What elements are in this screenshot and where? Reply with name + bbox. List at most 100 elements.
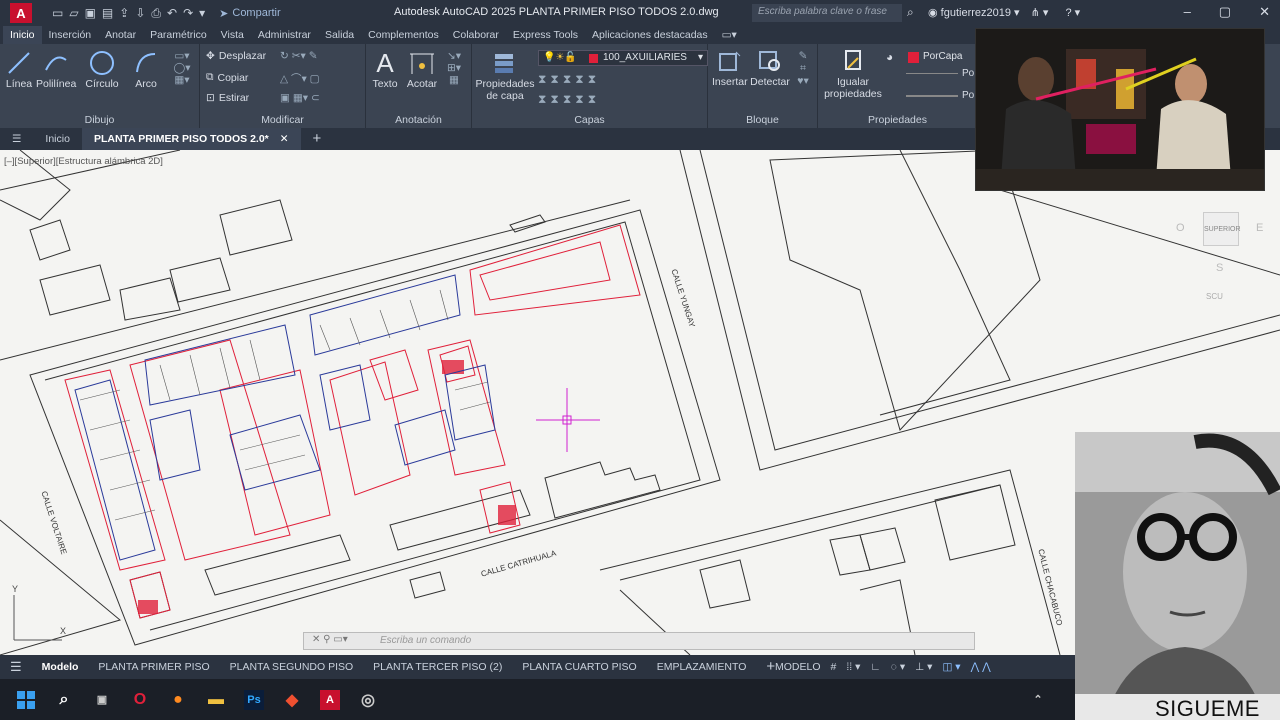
file-menu-icon[interactable]: ☰ (0, 128, 33, 150)
polar-icon[interactable]: ◌ ▾ (891, 661, 905, 673)
viewcube-east[interactable]: E (1256, 222, 1263, 234)
open-folder-icon[interactable]: ▱ (69, 6, 78, 20)
tab-vista[interactable]: Vista (214, 29, 251, 41)
autocad-logo-icon[interactable]: A (10, 3, 32, 23)
autocad-taskbar-icon[interactable]: A (320, 689, 340, 710)
tab-layout-5[interactable]: EMPLAZAMIENTO (647, 655, 757, 679)
new-tab-icon[interactable]: + (301, 128, 334, 150)
color-wheel-icon[interactable]: ◕ (886, 50, 893, 64)
save-as-icon[interactable]: ▤ (102, 6, 113, 20)
arc-tool[interactable]: Arco (128, 50, 164, 90)
maximize-icon[interactable]: ▢ (1219, 4, 1231, 20)
close-tab-icon[interactable]: ✕ (280, 133, 289, 145)
print-icon[interactable]: ⎙ (151, 6, 161, 21)
osnap-icon[interactable]: ◫ ▾ (942, 661, 960, 673)
tab-layout-3[interactable]: PLANTA TERCER PISO (2) (363, 655, 512, 679)
circle-tool[interactable]: Círculo (82, 50, 122, 90)
draw-extra-tools[interactable]: ▭▾ ◯▾ ▦▾ (168, 50, 196, 86)
tab-express-tools[interactable]: Express Tools (506, 29, 585, 41)
git-icon[interactable]: ◆ (282, 690, 302, 710)
tab-document[interactable]: PLANTA PRIMER PISO TODOS 2.0* ✕ (81, 128, 301, 150)
linetype-value[interactable]: Po (962, 68, 974, 79)
ribbon-toggle-icon[interactable]: ▭▾ (715, 29, 744, 41)
layer-properties-tool[interactable]: Propiedades de capa (474, 50, 536, 102)
search-taskbar-icon[interactable]: ⌕ (54, 690, 74, 710)
layer-dropdown[interactable]: 💡☀🔓 100_AXUILIARIES ▾ (538, 50, 708, 66)
polyline-tool[interactable]: Polilínea (36, 50, 76, 90)
tab-layout-4[interactable]: PLANTA CUARTO PISO (512, 655, 646, 679)
model-space-button[interactable]: MODELO (775, 661, 821, 673)
color-dropdown[interactable]: PorCapa (905, 50, 975, 66)
cloud-save-icon[interactable]: ⇪ (119, 6, 129, 20)
layer-tools-row1[interactable]: ⧗⧗⧗⧗⧗ (538, 72, 600, 87)
viewcube[interactable]: SUPERIOR (1203, 212, 1241, 246)
tab-administrar[interactable]: Administrar (251, 29, 318, 41)
obs-icon[interactable]: ◎ (358, 690, 378, 710)
detect-tool[interactable]: Detectar (750, 48, 790, 88)
line-tool[interactable]: Línea (4, 50, 34, 90)
annotation-extra-tools[interactable]: ↘▾ ⊞▾ ▦ (442, 50, 466, 86)
text-tool[interactable]: A Texto (370, 48, 400, 90)
new-file-icon[interactable]: ▭ (52, 6, 63, 20)
undo-icon[interactable]: ↶ (167, 6, 177, 20)
tab-colaborar[interactable]: Colaborar (446, 29, 506, 41)
share-button[interactable]: ➤ Compartir (219, 7, 281, 20)
file-explorer-icon[interactable]: ▬ (206, 690, 226, 710)
panel-draw-label[interactable]: Dibujo (0, 114, 199, 126)
tab-aplicaciones[interactable]: Aplicaciones destacadas (585, 29, 715, 41)
command-close-icon[interactable]: ✕ ⚲ ▭▾ (312, 634, 348, 645)
system-tray-chevron-icon[interactable]: ⌃ (1028, 690, 1048, 710)
stretch-button[interactable]: ⊡ Estirar (206, 92, 249, 104)
grid-icon[interactable]: # (831, 661, 837, 673)
annotation-scale-icon[interactable]: ⋀ ⋀ (971, 661, 991, 673)
close-icon[interactable]: ✕ (1259, 4, 1270, 20)
layout-menu-icon[interactable]: ☰ (0, 655, 32, 679)
ortho-icon[interactable]: ∟ (870, 661, 880, 673)
photoshop-icon[interactable]: Ps (244, 689, 264, 710)
qa-more-icon[interactable]: ▾ (199, 6, 205, 20)
panel-layers-label[interactable]: Capas (472, 114, 707, 126)
help-icon[interactable]: ? (1066, 7, 1072, 19)
copy-button[interactable]: ⧉ Copiar (206, 71, 248, 84)
panel-properties-label[interactable]: Propiedades (818, 114, 977, 126)
command-line[interactable]: ✕ ⚲ ▭▾ Escriba un comando (303, 632, 975, 650)
panel-modify-label[interactable]: Modificar (200, 114, 365, 126)
isodraft-icon[interactable]: ⊥ ▾ (915, 661, 932, 673)
snap-icon[interactable]: ⁞⁞ ▾ (846, 661, 860, 673)
firefox-icon[interactable]: ● (168, 690, 188, 710)
layer-tools-row2[interactable]: ⧗⧗⧗⧗⧗ (538, 92, 600, 107)
viewcube-west[interactable]: O (1176, 222, 1185, 234)
tab-layout-2[interactable]: PLANTA SEGUNDO PISO (220, 655, 364, 679)
viewport-controls[interactable]: [–][Superior][Estructura alámbrica 2D] (4, 156, 163, 167)
dimension-tool[interactable]: Acotar (404, 50, 440, 90)
command-input[interactable]: Escriba un comando (380, 635, 471, 646)
tab-complementos[interactable]: Complementos (361, 29, 446, 41)
ucs-menu[interactable]: SCU (1206, 292, 1223, 301)
web-open-icon[interactable]: ⇩ (135, 6, 145, 20)
panel-block-label[interactable]: Bloque (708, 114, 817, 126)
windows-start-icon[interactable] (16, 690, 36, 710)
tab-salida[interactable]: Salida (318, 29, 361, 41)
redo-icon[interactable]: ↷ (183, 6, 193, 20)
tab-insercion[interactable]: Inserción (42, 29, 99, 41)
minimize-icon[interactable]: – (1184, 4, 1191, 20)
move-button[interactable]: ✥ Desplazar (206, 50, 266, 62)
tab-anotar[interactable]: Anotar (98, 29, 143, 41)
lineweight-line[interactable] (906, 95, 958, 97)
tab-home[interactable]: Inicio (33, 128, 82, 150)
panel-annotation-label[interactable]: Anotación (366, 114, 471, 126)
match-properties-tool[interactable]: Igualar propiedades (822, 48, 884, 100)
insert-block-tool[interactable]: Insertar (712, 48, 748, 88)
user-account[interactable]: ◉ fgutierrez2019 ▾ ⋔ ▾ ? ▾ (928, 6, 1080, 19)
modify-extra-row2[interactable]: △ ⌒▾ ▢ (280, 71, 320, 86)
lineweight-value[interactable]: Po (962, 90, 974, 101)
block-extra-tools[interactable]: ✎ ⌗ ♥▾ (792, 50, 814, 87)
search-icon[interactable]: ⌕ (907, 5, 914, 20)
tab-inicio[interactable]: Inicio (3, 26, 42, 44)
modify-extra-row1[interactable]: ↻ ✂▾ ✎ (280, 50, 318, 62)
viewcube-south[interactable]: S (1216, 262, 1223, 274)
tab-parametrico[interactable]: Paramétrico (143, 29, 214, 41)
linetype-line[interactable] (906, 73, 958, 74)
task-view-icon[interactable]: ▣ (92, 690, 112, 710)
save-icon[interactable]: ▣ (85, 6, 96, 20)
